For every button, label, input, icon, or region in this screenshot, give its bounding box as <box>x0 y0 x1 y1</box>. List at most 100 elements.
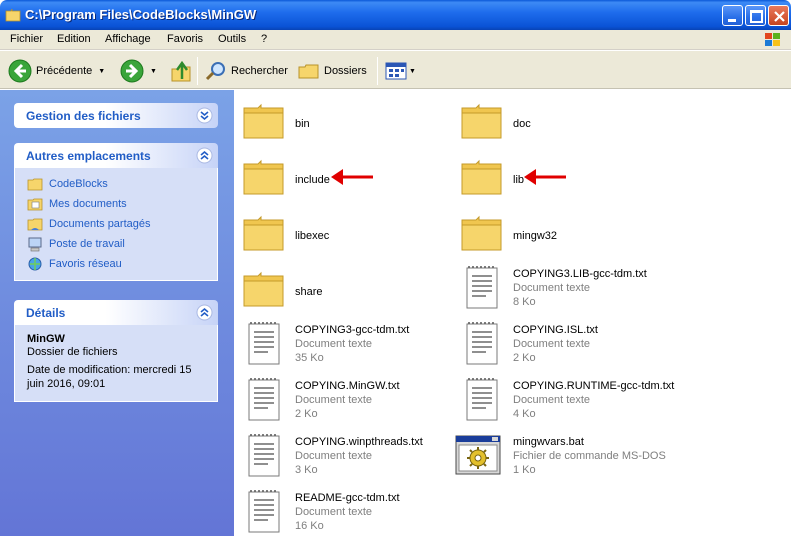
file-name: COPYING3.LIB-gcc-tdm.txt <box>513 268 647 280</box>
file-size: 16 Ko <box>295 520 324 532</box>
file-item-mingw32[interactable]: mingw32 <box>458 208 673 260</box>
file-size: 35 Ko <box>295 352 324 364</box>
file-item-doc[interactable]: doc <box>458 96 673 148</box>
file-item-copying-winpthreads[interactable]: COPYING.winpthreads.txt Document texte 3… <box>240 432 455 484</box>
file-name: libexec <box>295 230 330 242</box>
file-item-mingwvars[interactable]: mingwvars.bat Fichier de commande MS-DOS… <box>454 432 669 484</box>
file-tasks-title: Gestion des fichiers <box>26 109 141 123</box>
file-type: Document texte <box>295 506 373 518</box>
menu-fichier[interactable]: Fichier <box>10 33 43 45</box>
file-size: 2 Ko <box>295 408 318 420</box>
text-file-icon <box>466 322 498 365</box>
menu-favoris[interactable]: Favoris <box>167 33 203 45</box>
other-places-title: Autres emplacements <box>26 149 151 163</box>
place-poste-de-travail[interactable]: Poste de travail <box>27 234 207 254</box>
file-item-copying-isl[interactable]: COPYING.ISL.txt Document texte 2 Ko <box>458 320 673 372</box>
up-folder-icon <box>171 60 191 82</box>
text-file-icon <box>248 322 280 365</box>
maximize-icon <box>750 10 763 23</box>
search-icon <box>205 62 225 81</box>
folder-icon <box>461 159 502 195</box>
folders-icon <box>298 64 319 79</box>
file-item-copying3-lib[interactable]: COPYING3.LIB-gcc-tdm.txt Document texte … <box>458 264 673 316</box>
file-item-copying-mingw[interactable]: COPYING.MinGW.txt Document texte 2 Ko <box>240 376 455 428</box>
file-item-readme[interactable]: README-gcc-tdm.txt Document texte 16 Ko <box>240 488 455 536</box>
file-item-copying3-gcc[interactable]: COPYING3-gcc-tdm.txt Document texte 35 K… <box>240 320 455 372</box>
place-mes-documents[interactable]: Mes documents <box>27 194 207 214</box>
file-name: share <box>295 286 323 298</box>
file-type: Document texte <box>513 338 591 350</box>
forward-button[interactable]: ▼ <box>120 58 157 84</box>
menu-help[interactable]: ? <box>261 33 267 45</box>
red-arrow-icon <box>331 169 373 185</box>
chevron-down-icon[interactable]: ▼ <box>150 68 157 75</box>
folder-icon <box>5 8 21 22</box>
details-modified: Date de modification: mercredi 15 juin 2… <box>27 364 192 390</box>
details-panel: Détails MinGW Dossier de fichiers Date d… <box>14 300 218 402</box>
menu-edition[interactable]: Edition <box>57 33 91 45</box>
back-label: Précédente <box>36 65 93 77</box>
search-label: Rechercher <box>231 65 288 77</box>
place-label: CodeBlocks <box>49 178 108 190</box>
file-size: 2 Ko <box>513 352 536 364</box>
file-name: COPYING.winpthreads.txt <box>295 436 423 448</box>
file-type: Document texte <box>295 450 373 462</box>
batch-file-icon <box>455 435 501 475</box>
network-places-icon <box>28 257 42 271</box>
place-codeblocks[interactable]: CodeBlocks <box>27 174 207 194</box>
file-item-libexec[interactable]: libexec <box>240 208 455 260</box>
back-button[interactable]: Précédente ▼ <box>8 58 105 84</box>
text-file-icon <box>466 266 498 309</box>
place-documents-partages[interactable]: Documents partagés <box>27 214 207 234</box>
file-name: COPYING.RUNTIME-gcc-tdm.txt <box>513 380 675 392</box>
text-file-icon <box>248 434 280 477</box>
chevron-down-icon[interactable]: ▼ <box>98 68 105 75</box>
other-places-header[interactable]: Autres emplacements <box>14 143 218 168</box>
folder-icon <box>461 215 502 251</box>
text-file-icon <box>248 490 280 533</box>
file-name: mingwvars.bat <box>513 436 584 448</box>
views-icon <box>385 62 407 80</box>
file-name: COPYING.ISL.txt <box>513 324 598 336</box>
chevron-down-icon[interactable]: ▼ <box>409 68 416 75</box>
menu-affichage[interactable]: Affichage <box>105 33 151 45</box>
close-button[interactable] <box>768 5 789 26</box>
expand-icon[interactable] <box>196 107 213 124</box>
views-button[interactable]: ▼ <box>385 58 416 84</box>
details-name: MinGW <box>27 333 65 345</box>
file-list: bin doc include lib libexec mingw32 shar… <box>234 90 791 536</box>
file-type: Fichier de commande MS-DOS <box>513 450 666 462</box>
forward-arrow-icon <box>120 59 144 83</box>
collapse-icon[interactable] <box>196 147 213 164</box>
title-bar[interactable]: C:\Program Files\CodeBlocks\MinGW <box>0 0 791 30</box>
file-item-bin[interactable]: bin <box>240 96 455 148</box>
other-places-panel: Autres emplacements CodeBlocks Mes docum… <box>14 143 218 281</box>
folder-icon <box>243 271 284 307</box>
file-name: include <box>295 174 330 186</box>
menu-outils[interactable]: Outils <box>218 33 246 45</box>
collapse-icon[interactable] <box>196 304 213 321</box>
windows-logo-icon <box>765 33 780 46</box>
search-button[interactable]: Rechercher <box>205 58 288 84</box>
back-arrow-icon <box>8 59 32 83</box>
minimize-button[interactable] <box>722 5 743 26</box>
folder-icon <box>461 103 502 139</box>
folder-icon <box>27 178 43 191</box>
details-header[interactable]: Détails <box>14 300 218 325</box>
file-tasks-header[interactable]: Gestion des fichiers <box>14 103 218 128</box>
up-folder-button[interactable] <box>170 58 192 84</box>
file-name: COPYING.MinGW.txt <box>295 380 400 392</box>
maximize-button[interactable] <box>745 5 766 26</box>
file-tasks-panel: Gestion des fichiers <box>14 103 218 128</box>
file-size: 4 Ko <box>513 408 536 420</box>
file-name: doc <box>513 118 531 130</box>
toolbar: Précédente ▼ ▼ Rechercher Dossiers ▼ <box>0 51 791 89</box>
file-size: 8 Ko <box>513 296 536 308</box>
file-item-share[interactable]: share <box>240 264 455 316</box>
file-item-copying-runtime[interactable]: COPYING.RUNTIME-gcc-tdm.txt Document tex… <box>458 376 675 428</box>
place-favoris-reseau[interactable]: Favoris réseau <box>27 254 207 274</box>
details-title: Détails <box>26 306 66 320</box>
folders-button[interactable]: Dossiers <box>298 58 367 84</box>
close-icon <box>774 11 785 22</box>
window-title: C:\Program Files\CodeBlocks\MinGW <box>25 7 257 22</box>
